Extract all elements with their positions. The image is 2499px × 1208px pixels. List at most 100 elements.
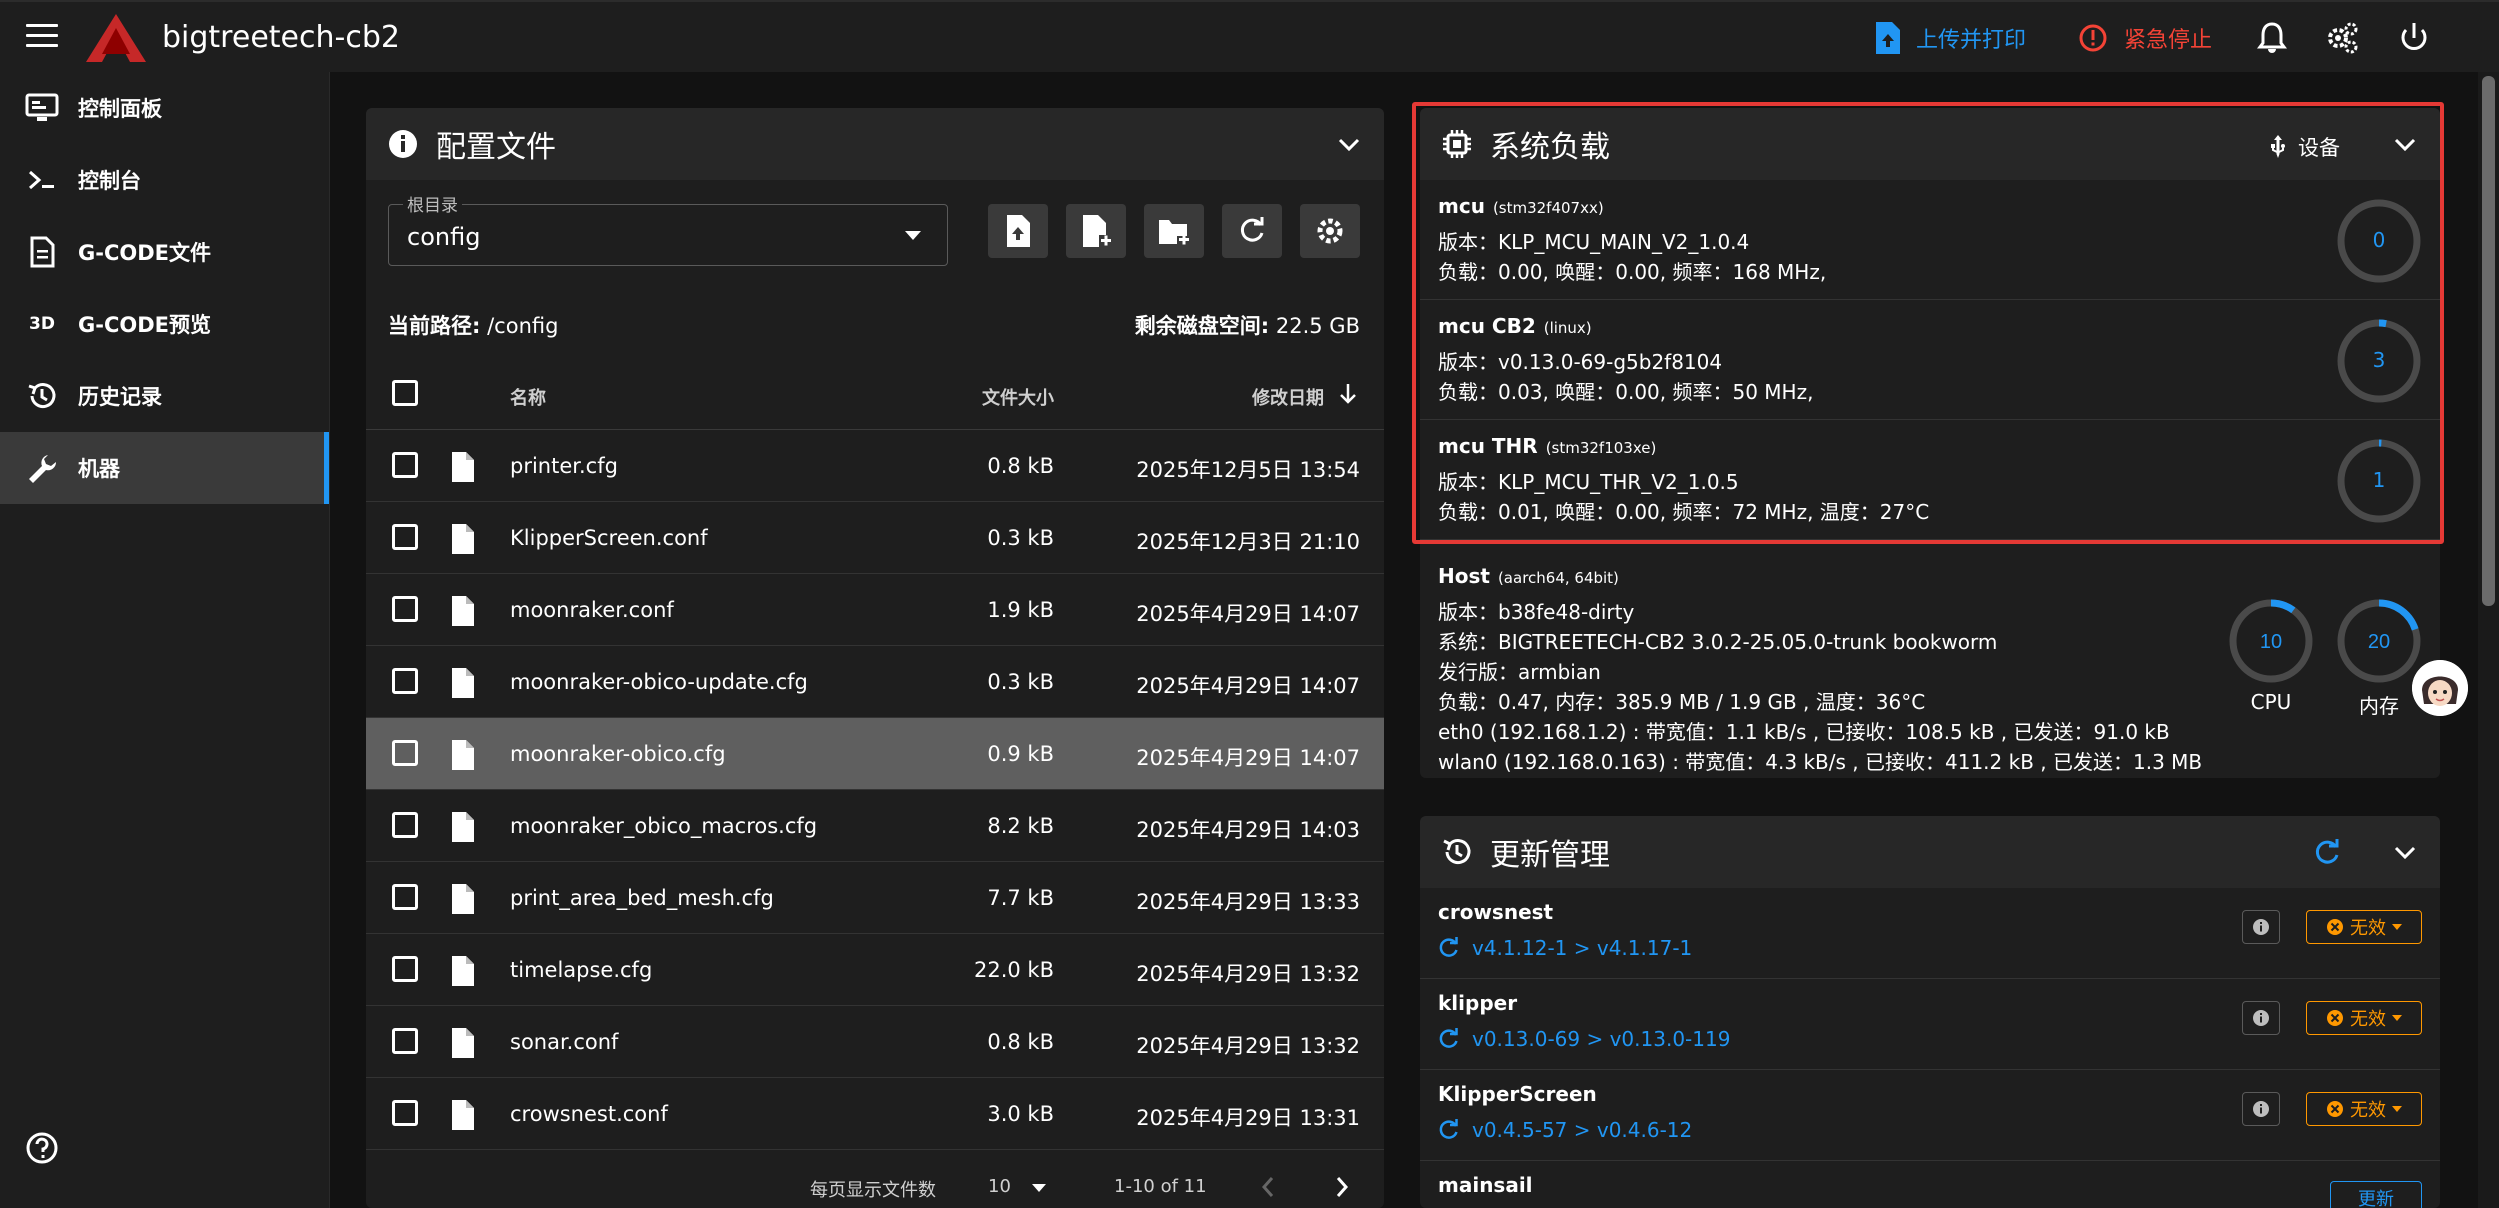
info-icon [389, 130, 417, 158]
file-row[interactable]: printer.cfg 0.8 kB 2025年12月5日 13:54 [366, 430, 1384, 502]
power-icon[interactable] [2396, 20, 2432, 56]
file-row[interactable]: timelapse.cfg 22.0 kB 2025年4月29日 13:32 [366, 934, 1384, 1006]
file-date: 2025年4月29日 14:07 [1136, 602, 1360, 626]
emergency-stop-button[interactable]: 紧急停止 [2078, 22, 2212, 54]
file-size: 0.3 kB [987, 526, 1054, 550]
row-checkbox[interactable] [392, 884, 418, 910]
close-circle-icon [2327, 1101, 2343, 1117]
menu-icon[interactable] [26, 24, 58, 50]
file-row[interactable]: moonraker.conf 1.9 kB 2025年4月29日 14:07 [366, 574, 1384, 646]
select-all-checkbox[interactable] [392, 380, 418, 406]
version-text: v0.13.0-69 > v0.13.0-119 [1472, 1027, 1731, 1051]
version-text: v0.4.5-57 > v0.4.6-12 [1472, 1118, 1693, 1142]
sidebar: 控制面板 控制台 G-CODE文件 3D G-CODE预览 历史记录 机器 [0, 72, 330, 1208]
sidebar-item-machine[interactable]: 机器 [0, 432, 329, 504]
host-version: 版本：b38fe48-dirty [1438, 600, 1635, 624]
file-row[interactable]: KlipperScreen.conf 0.3 kB 2025年12月3日 21:10 [366, 502, 1384, 574]
row-checkbox[interactable] [392, 596, 418, 622]
component-info-button[interactable] [2242, 1001, 2280, 1035]
host-arch: (aarch64, 64bit) [1497, 569, 1619, 587]
file-row[interactable]: moonraker_obico_macros.cfg 8.2 kB 2025年4月2… [366, 790, 1384, 862]
refresh-button[interactable] [1222, 204, 1282, 258]
file-row[interactable]: sonar.conf 0.8 kB 2025年4月29日 13:32 [366, 1006, 1384, 1078]
file-row[interactable]: print_area_bed_mesh.cfg 7.7 kB 2025年4月29日 … [366, 862, 1384, 934]
gear-icon [1317, 218, 1343, 244]
help-icon[interactable] [24, 1130, 60, 1166]
per-page-select[interactable]: 10 [988, 1176, 1011, 1197]
caret-down-icon [2392, 1015, 2402, 1021]
upload-print-button[interactable]: 上传并打印 [1874, 22, 2026, 54]
settings-button[interactable] [1300, 204, 1360, 258]
gcode-files-icon [24, 234, 60, 270]
file-icon [452, 812, 474, 842]
gear-icon[interactable] [2324, 20, 2360, 56]
chevron-down-icon[interactable] [2392, 840, 2418, 866]
component-version[interactable]: v0.13.0-69 > v0.13.0-119 [1438, 1027, 1730, 1051]
host-load: 负载：0.47, 内存：385.9 MB / 1.9 GB , 温度：36°C [1438, 690, 1926, 714]
upload-print-label: 上传并打印 [1916, 28, 2027, 53]
row-checkbox[interactable] [392, 1028, 418, 1054]
file-name: printer.cfg [510, 454, 618, 478]
printer-name[interactable]: bigtreetech-cb2 [162, 20, 400, 55]
panel-title: 配置文件 [436, 130, 556, 165]
status-dropdown-button[interactable]: 无效 [2306, 910, 2422, 944]
file-name: moonraker-obico.cfg [510, 742, 726, 766]
component-version[interactable]: v4.1.12-1 > v4.1.17-1 [1438, 936, 1692, 960]
sidebar-item-history[interactable]: 历史记录 [0, 360, 329, 432]
page-range: 1-10 of 11 [1114, 1176, 1207, 1197]
file-date: 2025年4月29日 13:33 [1136, 890, 1360, 914]
file-name: moonraker_obico_macros.cfg [510, 814, 818, 838]
close-circle-icon [2327, 1010, 2343, 1026]
column-size[interactable]: 文件大小 [982, 384, 1054, 410]
status-label: 无效 [2350, 918, 2386, 939]
component-info-button[interactable] [2242, 1092, 2280, 1126]
chevron-down-icon[interactable] [1336, 132, 1362, 158]
info-icon [2253, 919, 2269, 935]
sidebar-item-label: 机器 [78, 457, 120, 481]
scrollbar[interactable] [2478, 72, 2499, 1208]
status-dropdown-button[interactable]: 无效 [2306, 1092, 2422, 1126]
component-version[interactable]: v0.4.5-57 > v0.4.6-12 [1438, 1118, 1692, 1142]
bell-icon[interactable] [2254, 20, 2290, 56]
column-date[interactable]: 修改日期 [1252, 384, 1324, 410]
file-name: sonar.conf [510, 1030, 619, 1054]
row-checkbox[interactable] [392, 956, 418, 982]
row-checkbox[interactable] [392, 740, 418, 766]
scrollbar-thumb[interactable] [2482, 76, 2495, 606]
upload-file-button[interactable] [988, 204, 1048, 258]
caret-down-icon[interactable] [1032, 1184, 1046, 1192]
component-info-button[interactable] [2242, 910, 2280, 944]
file-date: 2025年4月29日 13:31 [1136, 1106, 1360, 1130]
file-name: timelapse.cfg [510, 958, 653, 982]
row-checkbox[interactable] [392, 668, 418, 694]
sidebar-item-dashboard[interactable]: 控制面板 [0, 72, 329, 144]
root-directory-select[interactable]: 根目录 config [388, 191, 948, 266]
file-size: 3.0 kB [987, 1102, 1054, 1126]
sidebar-item-console[interactable]: 控制台 [0, 144, 329, 216]
column-name[interactable]: 名称 [510, 384, 546, 410]
refresh-icon[interactable] [2312, 838, 2342, 868]
file-icon [452, 452, 474, 482]
row-checkbox[interactable] [392, 1100, 418, 1126]
chevron-left-icon[interactable] [1258, 1174, 1278, 1200]
file-row[interactable]: moonraker-obico-update.cfg 0.3 kB 2025年4月2… [366, 646, 1384, 718]
file-row[interactable]: moonraker-obico.cfg 0.9 kB 2025年4月29日 14:0… [366, 718, 1384, 790]
assistant-avatar[interactable] [2412, 660, 2468, 716]
sidebar-item-label: G-CODE文件 [78, 241, 211, 265]
sync-icon [1439, 1119, 1458, 1139]
sidebar-item-label: G-CODE预览 [78, 313, 211, 337]
create-file-button[interactable] [1066, 204, 1126, 258]
row-checkbox[interactable] [392, 524, 418, 550]
update-button[interactable]: 更新 [2330, 1181, 2422, 1208]
info-icon [2253, 1010, 2269, 1026]
row-checkbox[interactable] [392, 812, 418, 838]
chevron-right-icon[interactable] [1332, 1174, 1352, 1200]
create-folder-button[interactable] [1144, 204, 1204, 258]
status-dropdown-button[interactable]: 无效 [2306, 1001, 2422, 1035]
history-icon [24, 378, 60, 414]
file-table-header: 名称 文件大小 修改日期 [366, 358, 1384, 430]
file-row[interactable]: crowsnest.conf 3.0 kB 2025年4月29日 13:31 [366, 1078, 1384, 1150]
sidebar-item-gcode-files[interactable]: G-CODE文件 [0, 216, 329, 288]
sidebar-item-gcode-viewer[interactable]: 3D G-CODE预览 [0, 288, 329, 360]
row-checkbox[interactable] [392, 452, 418, 478]
